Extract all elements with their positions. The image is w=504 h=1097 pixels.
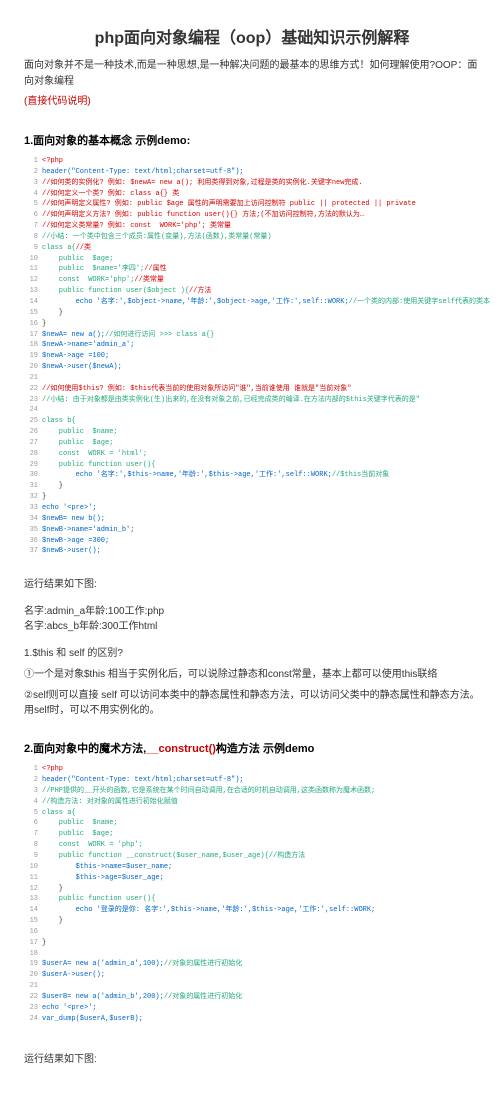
note: ②self则可以直接 self 可以访问本类中的静态属性和静态方法，可以访问父类… xyxy=(24,688,480,718)
output-line: 名字:admin_a年龄:100工作:php xyxy=(24,602,480,617)
page-title: php面向对象编程（oop）基础知识示例解释 xyxy=(24,24,480,48)
section1-title: 1.面向对象的基本概念 示例demo: xyxy=(24,132,480,148)
intro-text: 面向对象并不是一种技术,而是一种思想,是一种解决问题的最基本的思维方式！如何理解… xyxy=(24,58,480,90)
note: 1.$this 和 self 的区别? xyxy=(24,646,480,661)
code-block-2: 1<?php 2header("Content-Type: text/html;… xyxy=(24,764,480,1024)
code-block-1: 1<?php 2header("Content-Type: text/html;… xyxy=(24,156,480,557)
intro-link[interactable]: (直接代码说明) xyxy=(24,94,480,110)
run-label-1: 运行结果如下图: xyxy=(24,577,480,592)
run-label-2: 运行结果如下图: xyxy=(24,1052,480,1067)
section2-title: 2.面向对象中的魔术方法,__construct()构造方法 示例demo xyxy=(24,740,480,756)
note: ①一个是对象$this 相当于实例化后，可以说除过静态和const常量，基本上都… xyxy=(24,667,480,682)
output-line: 名字:abcs_b年龄:300工作html xyxy=(24,617,480,632)
